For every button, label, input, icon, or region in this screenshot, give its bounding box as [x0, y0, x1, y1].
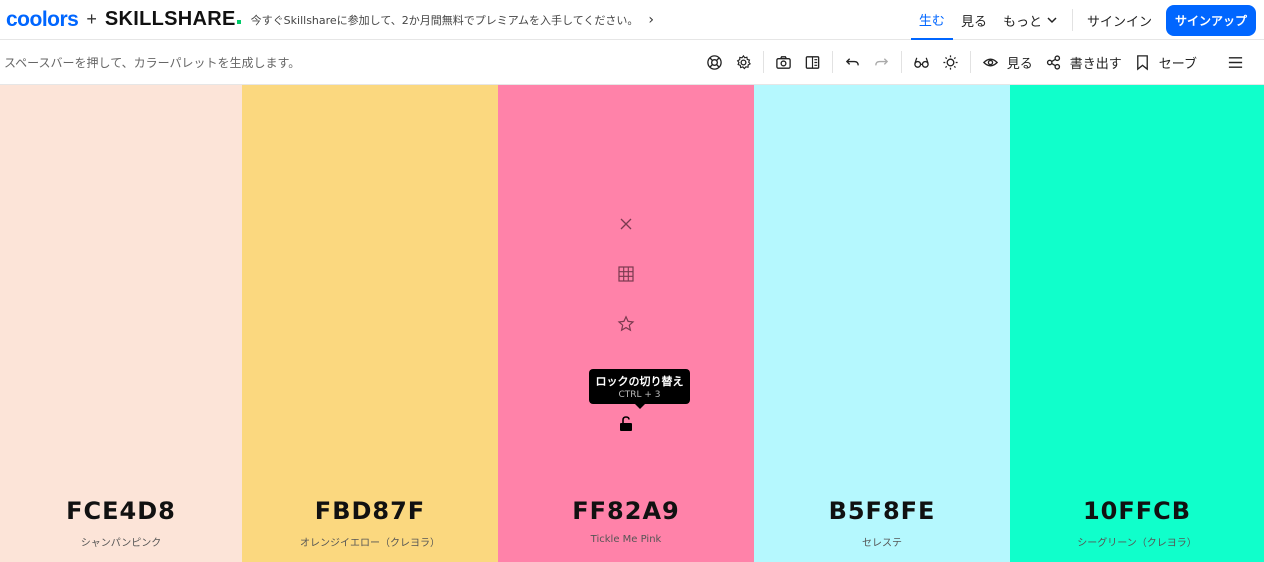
undo-icon [845, 57, 859, 65]
promo-text[interactable]: 今すぐSkillshareに参加して、2か月間無料でプレミアムを入手してください… [251, 12, 639, 28]
settings-button[interactable] [729, 40, 758, 84]
export-button[interactable]: 書き出す [1039, 40, 1128, 84]
nav-item-more[interactable]: もっと [995, 0, 1066, 40]
nav-more-label: もっと [1002, 14, 1042, 30]
promo-arrow-icon[interactable]: › [648, 12, 654, 28]
star-icon[interactable] [617, 315, 635, 333]
hex-code[interactable]: FF82A9 [498, 497, 754, 525]
lifebuoy-icon [706, 54, 722, 70]
hex-code[interactable]: B5F8FE [754, 497, 1010, 525]
view-mode-button[interactable] [798, 40, 827, 84]
view-label: 見る [1006, 56, 1033, 72]
glasses-icon [913, 57, 929, 68]
nav-item-explore[interactable]: 見る [953, 0, 995, 40]
sun-icon [943, 54, 958, 70]
color-swatch[interactable]: FCE4D8 シャンパンピンク [0, 85, 242, 562]
chevron-down-icon [1047, 17, 1057, 24]
tooltip-shortcut: CTRL + 3 [618, 390, 661, 400]
close-icon[interactable] [617, 215, 635, 233]
nav-divider [1071, 9, 1073, 31]
menu-button[interactable] [1221, 40, 1250, 84]
nav-item-generate[interactable]: 生む [910, 0, 953, 40]
undo-button[interactable] [838, 40, 867, 84]
color-blindness-button[interactable] [907, 40, 936, 84]
toolbar-divider [831, 51, 833, 73]
color-name: Tickle Me Pink [590, 534, 662, 545]
nav-right: 生む 見る もっと サインイン サインアップ [910, 0, 1256, 40]
toolbar-tools: 見る 書き出す セーブ [700, 40, 1250, 84]
view-button[interactable]: 見る [976, 40, 1039, 84]
gear-icon [736, 54, 751, 69]
toolbar-divider [1208, 51, 1216, 73]
color-name: セレステ [862, 538, 902, 549]
screenshot-button[interactable] [769, 40, 798, 84]
redo-icon [874, 57, 888, 65]
color-name: シーグリーン（クレヨラ） [1077, 538, 1197, 549]
color-name: シャンパンピンク [80, 538, 162, 549]
signup-button[interactable]: サインアップ [1165, 4, 1256, 36]
logo-plus: + [86, 9, 97, 29]
top-nav: coolors + SKILLSHARE 今すぐSkillshareに参加して、… [0, 0, 1264, 40]
color-swatch[interactable]: 10FFCB シーグリーン（クレヨラ） [1010, 85, 1264, 562]
bookmark-icon [1136, 54, 1148, 70]
shades-grid-icon[interactable] [617, 265, 635, 283]
color-swatch[interactable]: ロックの切り替え CTRL + 3 FF82A9 Tickle Me Pink [498, 85, 754, 562]
hex-code[interactable]: FBD87F [242, 497, 498, 525]
toolbar-divider [762, 51, 764, 73]
hex-code[interactable]: 10FFCB [1010, 497, 1264, 525]
hamburger-menu-icon [1228, 56, 1243, 68]
help-button[interactable] [700, 40, 729, 84]
eye-icon [982, 58, 998, 66]
camera-icon [775, 55, 791, 69]
signin-link[interactable]: サインイン [1079, 0, 1160, 40]
spacebar-hint: スペースバーを押して、カラーパレットを生成します。 [4, 55, 301, 70]
color-name: オレンジイエロー（クレヨラ） [300, 538, 440, 549]
toolbar-divider [969, 51, 971, 73]
color-swatch[interactable]: B5F8FE セレステ [754, 85, 1010, 562]
save-label: セーブ [1158, 56, 1197, 72]
color-palette: FCE4D8 シャンパンピンク FBD87F オレンジイエロー（クレヨラ） ロッ… [0, 85, 1264, 562]
coolors-logo[interactable]: coolors [6, 8, 79, 32]
hex-code[interactable]: FCE4D8 [0, 497, 242, 525]
color-swatch[interactable]: FBD87F オレンジイエロー（クレヨラ） [242, 85, 498, 562]
lock-tooltip: ロックの切り替え CTRL + 3 [589, 369, 690, 409]
skillshare-logo[interactable]: SKILLSHARE [105, 8, 241, 31]
toolbar-divider [900, 51, 902, 73]
toolbar: スペースバーを押して、カラーパレットを生成します。 見る 書き出す セーブ [0, 40, 1264, 85]
adjust-palette-button[interactable] [936, 40, 965, 84]
tooltip-title: ロックの切り替え [595, 375, 684, 388]
save-button[interactable]: セーブ [1128, 40, 1203, 84]
redo-button[interactable] [867, 40, 896, 84]
unlock-icon[interactable] [617, 415, 635, 433]
split-panel-icon [805, 55, 820, 69]
share-icon [1046, 54, 1060, 70]
export-label: 書き出す [1069, 56, 1122, 72]
